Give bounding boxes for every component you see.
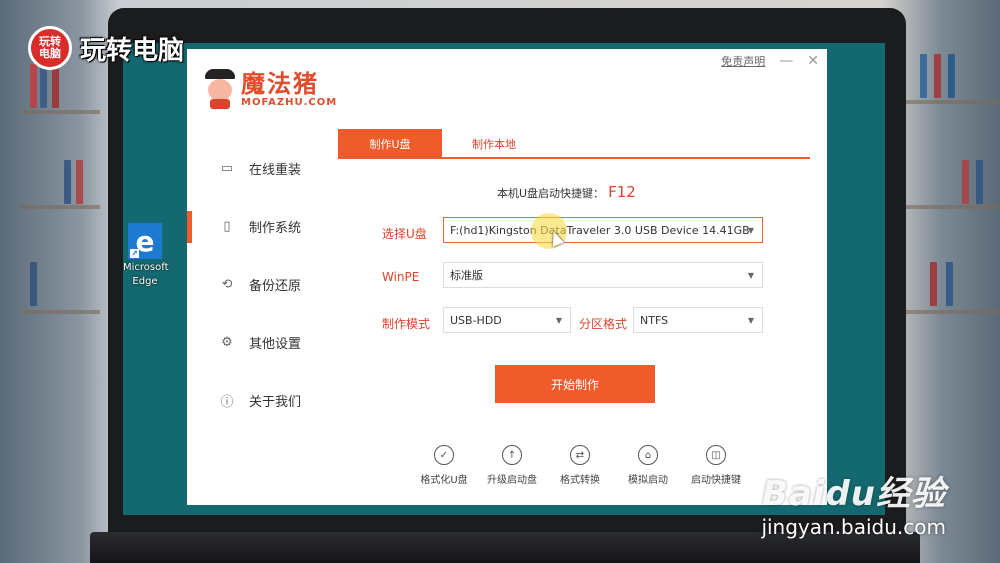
mode-label: 制作模式 [382,317,431,331]
sidebar-item-label: 在线重装 [249,162,302,178]
partition-value: NTFS [640,313,669,327]
desktop-screen: e ↗ Microsoft Edge 免责声明 — ✕ 魔法猪 MOFAZHU.C… [123,43,885,515]
channel-badge-icon: 玩转电脑 [28,26,72,70]
mode-select[interactable]: USB-HDD ▼ [443,307,571,333]
info-icon: ⓘ [220,394,234,410]
shortcut-arrow-icon: ↗ [130,249,139,258]
watermark-url: jingyan.baidu.com [761,515,946,539]
hotkey-value: F12 [608,183,636,201]
tool-label: 升级启动盘 [487,475,537,486]
chevron-down-icon: ▼ [747,316,754,325]
pig-mascot-icon [203,69,237,109]
select-usb-label: 选择U盘 [382,227,427,241]
convert-icon: ⇄ [570,445,590,465]
desktop-shortcut-edge[interactable]: e ↗ Microsoft Edge [123,223,169,289]
upgrade-icon: ↑ [502,445,522,465]
sidebar-item-label: 关于我们 [249,394,302,410]
sidebar-item-label: 制作系统 [249,220,302,236]
logo-title: 魔法猪 [241,69,319,98]
check-circle-icon: ✓ [434,445,454,465]
usb-device-value: F:(hd1)Kingston DataTraveler 3.0 USB Dev… [450,223,750,237]
close-button[interactable]: ✕ [807,53,819,69]
start-make-button[interactable]: 开始制作 [495,365,655,403]
disclaimer-link[interactable]: 免责声明 [721,53,765,69]
chevron-down-icon: ▼ [747,226,754,235]
sidebar-item-make-system[interactable]: ▯ 制作系统 [187,197,327,255]
mode-value: USB-HDD [450,313,502,327]
edge-icon: e ↗ [128,223,162,259]
desktop-shortcut-label: Microsoft Edge [123,262,169,287]
channel-brand-text: 玩转电脑 [80,35,185,66]
usb-boot-hotkey: 本机U盘启动快捷键： F12 [497,183,636,201]
tool-label: 格式转换 [560,475,600,486]
simulate-icon: ⌂ [638,445,658,465]
partition-select[interactable]: NTFS ▼ [633,307,763,333]
partition-label: 分区格式 [579,317,628,331]
chevron-down-icon: ▼ [555,316,562,325]
channel-brand: 玩转电脑 玩转电脑 [28,26,184,70]
tab-make-local[interactable]: 制作本地 [442,129,546,159]
winpe-value: 标准版 [450,269,483,282]
sidebar: ▭ 在线重装 ▯ 制作系统 ⟲ 备份还原 ⚙ 其他设置 ⓘ 关于我们 [187,139,327,429]
window-controls: 免责声明 — ✕ [721,53,819,69]
tool-label: 模拟启动 [628,475,668,486]
sidebar-item-other-settings[interactable]: ⚙ 其他设置 [187,313,327,371]
minimize-button[interactable]: — [779,53,793,69]
tool-simulate-boot[interactable]: ⌂ 模拟启动 [625,445,671,486]
usb-icon: ▯ [223,218,231,234]
sidebar-item-online-reinstall[interactable]: ▭ 在线重装 [187,139,327,197]
gear-icon: ⚙ [221,334,233,350]
sidebar-item-about-us[interactable]: ⓘ 关于我们 [187,371,327,429]
baidu-watermark: Baidu经验 jingyan.baidu.com [761,466,946,539]
tool-label: 启动快捷键 [691,475,741,486]
logo-subtitle: MOFAZHU.COM [241,96,338,108]
winpe-label: WinPE [382,270,420,284]
tool-bar: ✓ 格式化U盘 ↑ 升级启动盘 ⇄ 格式转换 ⌂ 模拟启动 ◫ 启动快捷键 [420,445,741,486]
baidu-jingyan-logo: Baidu经验 [761,474,946,514]
backup-icon: ⟲ [221,276,233,292]
tab-make-usb[interactable]: 制作U盘 [338,129,442,159]
sidebar-item-label: 备份还原 [249,278,302,294]
app-logo: 魔法猪 MOFAZHU.COM [203,69,337,109]
tool-upgrade-boot-disk[interactable]: ↑ 升级启动盘 [487,445,537,486]
mouse-icon: ◫ [706,445,726,465]
cursor-highlight [531,213,567,249]
usb-device-select[interactable]: F:(hd1)Kingston DataTraveler 3.0 USB Dev… [443,217,763,243]
tool-format-usb[interactable]: ✓ 格式化U盘 [420,445,468,486]
hotkey-label: 本机U盘启动快捷键： [497,187,605,200]
mofazhu-app-window: 免责声明 — ✕ 魔法猪 MOFAZHU.COM ▭ 在线重装 ▯ 制作系统 ⟲… [187,49,827,505]
chevron-down-icon: ▼ [747,271,754,280]
tool-label: 格式化U盘 [420,475,468,486]
tool-boot-hotkey[interactable]: ◫ 启动快捷键 [691,445,741,486]
tab-bar: 制作U盘 制作本地 [338,129,810,159]
monitor-icon: ▭ [220,160,234,176]
sidebar-item-label: 其他设置 [249,336,302,352]
tool-format-convert[interactable]: ⇄ 格式转换 [557,445,603,486]
winpe-select[interactable]: 标准版 ▼ [443,262,763,288]
sidebar-item-backup-restore[interactable]: ⟲ 备份还原 [187,255,327,313]
